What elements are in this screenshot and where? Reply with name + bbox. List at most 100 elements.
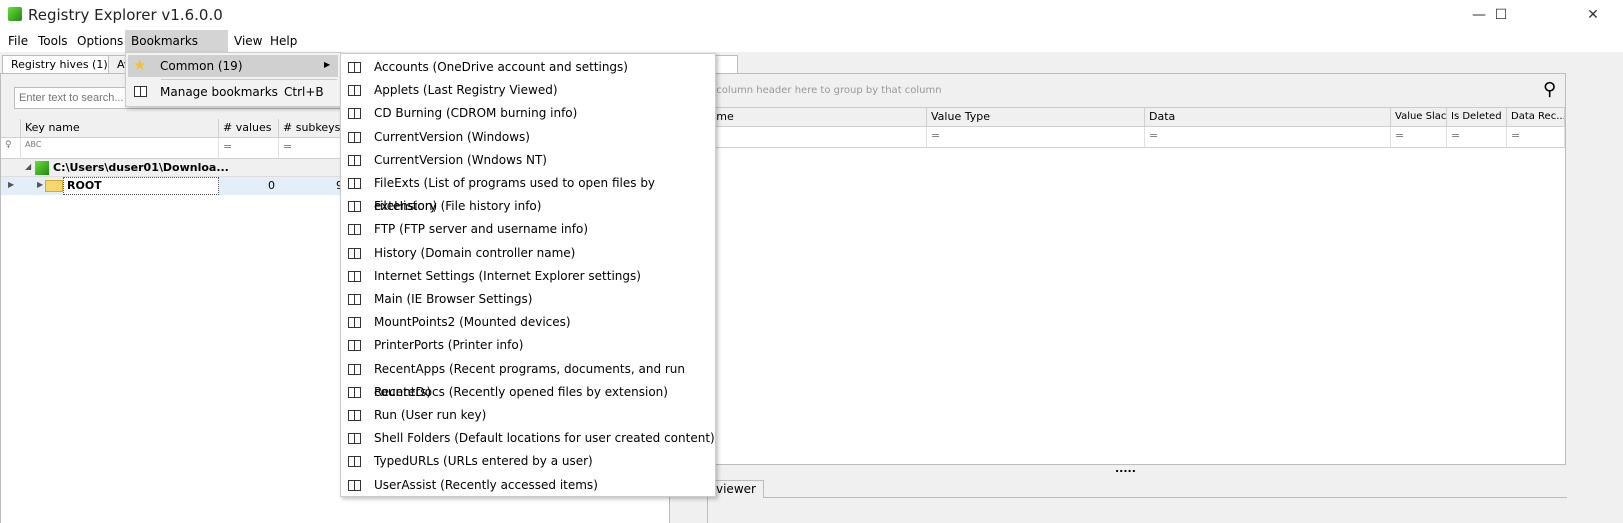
book-icon (348, 178, 361, 189)
folder-icon (45, 180, 63, 192)
row-indicator-icon: ▶ (8, 180, 15, 189)
col-value-slack[interactable]: Value Slack (1391, 108, 1447, 127)
book-icon (134, 86, 147, 97)
book-icon (348, 201, 361, 213)
filter-data-recovered[interactable]: = (1507, 127, 1565, 148)
book-icon (348, 410, 361, 421)
filter-key-name[interactable]: ABC (21, 138, 219, 159)
submenu-item-label: FileHistory (File history info) (374, 199, 542, 214)
submenu-item-label: History (Domain controller name) (374, 245, 576, 260)
book-icon (348, 363, 361, 375)
menu-file[interactable]: File (2, 30, 34, 52)
submenu-item[interactable]: Main (IE Browser Settings) (341, 288, 715, 311)
shortcut-label: Ctrl+B (284, 85, 324, 99)
splitter-handle[interactable]: ..... (1115, 462, 1136, 475)
group-panel: a column header here to group by that co… (677, 74, 1565, 108)
submenu-item-label: PrinterPorts (Printer info) (374, 338, 524, 353)
submenu-item-label: UserAssist (Recently accessed items) (374, 477, 598, 492)
expand-icon[interactable]: ◢ (25, 162, 31, 171)
submenu-item[interactable]: Internet Settings (Internet Explorer set… (341, 265, 715, 288)
submenu-item[interactable]: CurrentVersion (Wndows NT) (341, 149, 715, 172)
filter-value-slack[interactable]: = (1391, 127, 1447, 148)
book-icon (348, 62, 361, 73)
book-icon (348, 247, 361, 259)
col-value-type[interactable]: Value Type (927, 108, 1145, 127)
submenu-item-label: Run (User run key) (374, 408, 487, 422)
menu-view[interactable]: View (228, 30, 268, 52)
title-bar: Registry Explorer v1.6.0.0 — ☐ ✕ (0, 0, 1623, 30)
chevron-right-icon: ▶ (324, 60, 331, 69)
col-key-name[interactable]: Key name (21, 119, 219, 138)
filter-pin-icon: ♀ (1, 138, 21, 159)
menu-item-common[interactable]: ★ Common (19) ▶ (128, 55, 338, 77)
app-logo-icon (8, 7, 22, 21)
star-icon: ★ (133, 56, 147, 74)
submenu-item-label: Shell Folders (Default locations for use… (374, 431, 715, 446)
col-values[interactable]: # values (219, 119, 279, 138)
submenu-item[interactable]: MountPoints2 (Mounted devices) (341, 311, 715, 334)
hive-icon (35, 161, 49, 175)
book-icon (348, 456, 361, 468)
tab-registry-hives[interactable]: Registry hives (1) (2, 55, 117, 74)
submenu-item[interactable]: UserAssist (Recently accessed items) (341, 474, 715, 497)
submenu-item[interactable]: Applets (Last Registry Viewed) (341, 79, 715, 102)
submenu-item-label: Applets (Last Registry Viewed) (374, 83, 558, 98)
book-icon (348, 386, 361, 398)
submenu-item[interactable]: Shell Folders (Default locations for use… (341, 427, 715, 450)
book-icon (348, 317, 361, 329)
filter-is-deleted[interactable]: = (1447, 127, 1507, 148)
col-data-recovered[interactable]: Data Rec... (1507, 108, 1565, 127)
submenu-item[interactable]: History (Domain controller name) (341, 242, 715, 265)
menu-bookmarks[interactable]: Bookmarks (19/0) (125, 30, 228, 70)
submenu-item[interactable]: RecentDocs (Recently opened files by ext… (341, 381, 715, 404)
search-icon[interactable]: ⚲ (1543, 79, 1556, 100)
book-icon (348, 131, 361, 143)
submenu-item[interactable]: Run (User run key) (341, 404, 715, 427)
menu-options[interactable]: Options (71, 30, 129, 52)
book-icon (348, 224, 361, 236)
menu-bar: File Tools Options Bookmarks (19/0) View… (0, 30, 1623, 70)
values-panel: a column header here to group by that co… (676, 73, 1566, 465)
submenu-item-label: Internet Settings (Internet Explorer set… (374, 268, 641, 283)
filter-value-type[interactable]: = (927, 127, 1145, 148)
viewer-panel (707, 497, 1567, 523)
col-data[interactable]: Data (1145, 108, 1391, 127)
maximize-button[interactable]: ☐ (1478, 0, 1524, 30)
submenu-item-label: FTP (FTP server and username info) (374, 222, 589, 237)
filter-values[interactable]: = (219, 138, 279, 159)
submenu-item-label: RecentDocs (Recently opened files by ext… (374, 384, 668, 399)
submenu-item-label: CurrentVersion (Windows) (374, 129, 530, 144)
book-icon (348, 108, 361, 120)
expand-icon[interactable]: ▶ (37, 180, 43, 189)
submenu-item[interactable]: FileHistory (File history info) (341, 195, 715, 218)
book-icon (348, 85, 361, 97)
bookmarks-dropdown: ★ Common (19) ▶ Manage bookmarks Ctrl+B (125, 52, 341, 107)
close-button[interactable]: ✕ (1570, 0, 1616, 30)
col-is-deleted[interactable]: Is Deleted (1447, 108, 1507, 127)
menu-help[interactable]: Help (264, 30, 303, 52)
submenu-item[interactable]: PrinterPorts (Printer info) (341, 334, 715, 357)
submenu-item[interactable]: RecentApps (Recent programs, documents, … (341, 358, 715, 399)
book-icon (348, 433, 361, 445)
submenu-item-label: TypedURLs (URLs entered by a user) (374, 454, 593, 469)
subkeys-count: 9 (279, 179, 343, 192)
submenu-item-label: CD Burning (CDROM burning info) (374, 106, 578, 121)
values-count: 0 (268, 179, 275, 192)
submenu-item[interactable]: Accounts (OneDrive account and settings) (341, 56, 715, 79)
app-title: Registry Explorer v1.6.0.0 (28, 6, 223, 24)
book-icon (348, 479, 361, 491)
book-icon (348, 154, 361, 166)
key-name: ROOT (63, 177, 219, 195)
menu-separator (161, 79, 337, 80)
filter-data[interactable]: = (1145, 127, 1391, 148)
submenu-item-label: CurrentVersion (Wndows NT) (374, 152, 547, 167)
submenu-item[interactable]: CD Burning (CDROM burning info) (341, 102, 715, 125)
submenu-item[interactable]: FTP (FTP server and username info) (341, 218, 715, 241)
submenu-item-label: MountPoints2 (Mounted devices) (374, 315, 571, 330)
submenu-item[interactable]: FileExts (List of programs used to open … (341, 172, 715, 213)
book-icon (348, 294, 361, 305)
menu-tools[interactable]: Tools (32, 30, 74, 52)
menu-item-manage-bookmarks[interactable]: Manage bookmarks Ctrl+B (128, 81, 338, 103)
submenu-item[interactable]: CurrentVersion (Windows) (341, 126, 715, 149)
submenu-item[interactable]: TypedURLs (URLs entered by a user) (341, 450, 715, 473)
